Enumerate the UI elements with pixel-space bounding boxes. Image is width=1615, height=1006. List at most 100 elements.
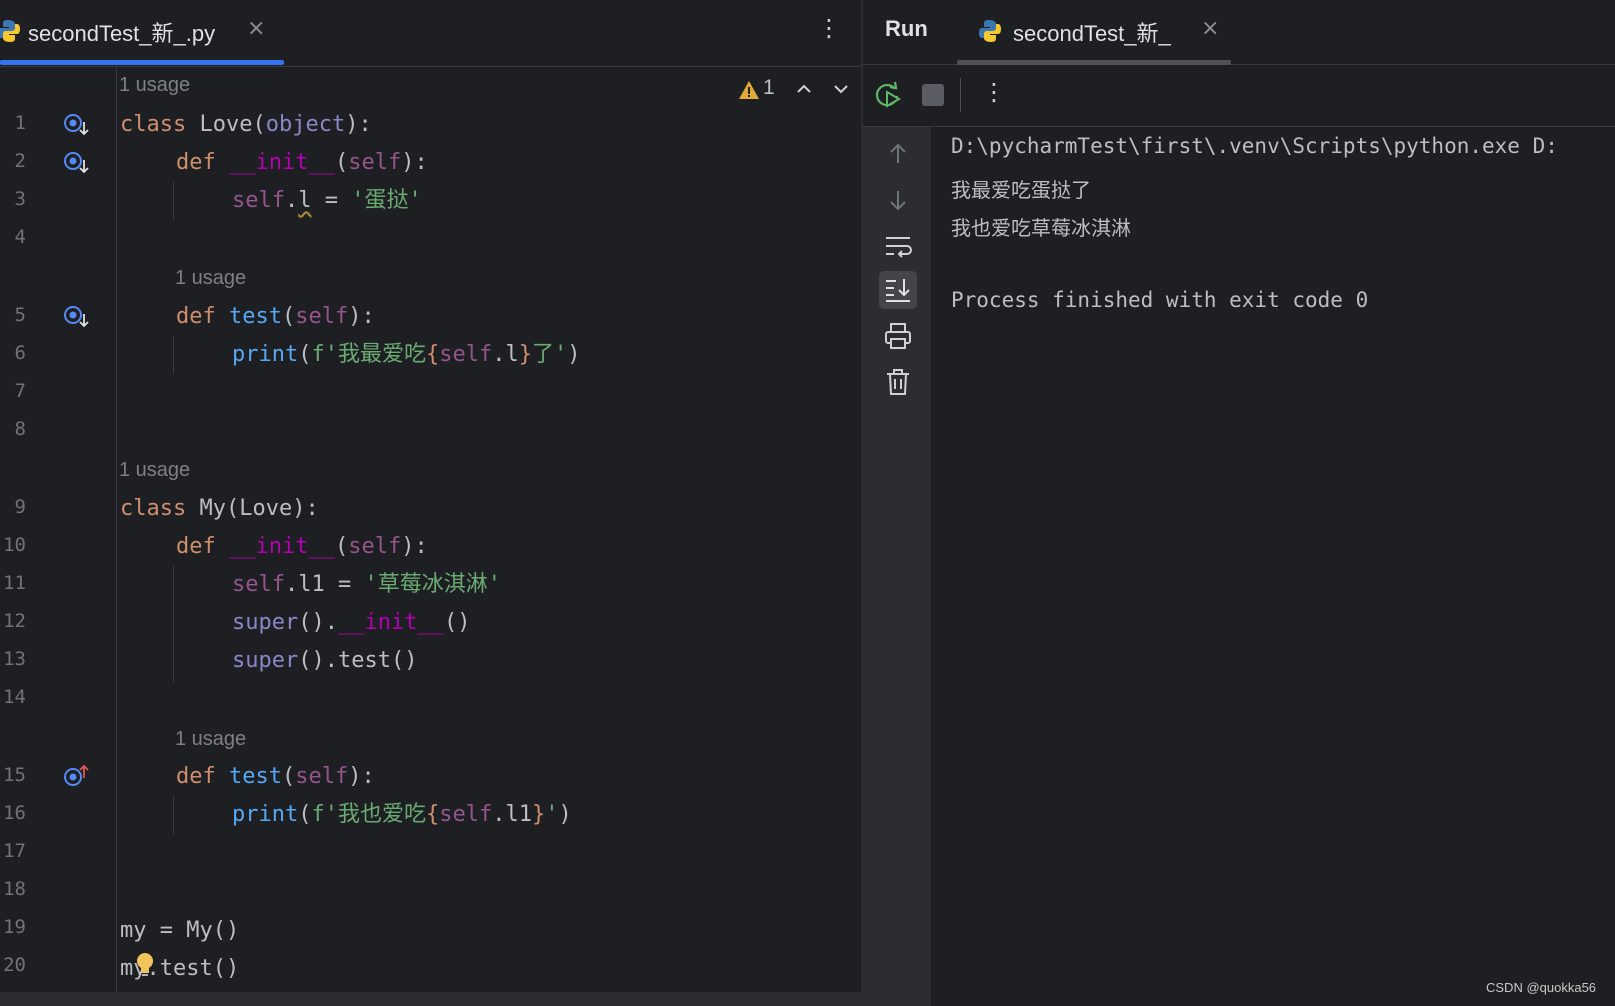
code-text: (). [298, 610, 338, 635]
scroll-to-end-button[interactable] [879, 271, 917, 309]
usage-hint[interactable]: 1 usage [175, 728, 246, 751]
builtin: super [232, 610, 299, 635]
overridden-down-icon[interactable] [62, 304, 90, 330]
line-number: 14 [3, 686, 26, 708]
function-call: print [232, 802, 299, 827]
line-number: 12 [3, 610, 26, 632]
method-name: test [229, 304, 282, 329]
code-text: ( [334, 534, 349, 559]
fstring-brace: { [425, 802, 440, 827]
method-name: __init__ [229, 534, 335, 559]
keyword: def [176, 534, 216, 559]
line-number: 5 [14, 304, 26, 326]
console-exit-message: Process finished with exit code 0 [951, 288, 1369, 312]
code-line-16[interactable]: print(f'我也爱吃{self.l1}') [232, 796, 572, 834]
overrides-up-icon[interactable] [62, 764, 90, 790]
chevron-up-icon[interactable] [793, 78, 815, 100]
line-number: 6 [14, 342, 26, 364]
code-text: ( [298, 342, 312, 367]
function-call: print [232, 342, 299, 367]
keyword: def [176, 150, 216, 175]
overridden-down-icon[interactable] [62, 150, 90, 176]
code-text: ( [298, 802, 312, 827]
string-literal: f'我最爱吃 [311, 342, 426, 367]
code-line-3[interactable]: self.l = '蛋挞' [232, 182, 422, 220]
code-text: Love( [186, 112, 266, 137]
stop-icon[interactable] [918, 80, 948, 110]
code-line-1[interactable]: class Love(object): [120, 106, 372, 144]
keyword: class [120, 496, 187, 521]
fstring-brace: { [425, 342, 440, 367]
print-icon[interactable] [879, 317, 917, 355]
code-line-5[interactable]: def test(self): [176, 298, 375, 336]
code-line-2[interactable]: def __init__(self): [176, 144, 428, 182]
more-options-icon[interactable]: ⋮ [982, 78, 1006, 106]
close-icon[interactable]: × [1201, 16, 1219, 41]
soft-wrap-icon[interactable] [879, 227, 917, 265]
more-options-icon[interactable]: ⋮ [817, 14, 841, 42]
rerun-icon[interactable] [873, 80, 903, 110]
line-number: 11 [3, 572, 26, 594]
self-param: self [295, 304, 349, 329]
run-toolbar: ⋮ [863, 64, 1615, 127]
code-line-10[interactable]: def __init__(self): [176, 528, 428, 566]
string-literal: '蛋挞' [351, 188, 422, 213]
code-line-6[interactable]: print(f'我最爱吃{self.l}了') [232, 336, 580, 374]
keyword: def [176, 764, 216, 789]
horizontal-scrollbar[interactable] [0, 992, 861, 1006]
code-text: ): [401, 150, 428, 175]
overridden-down-icon[interactable] [62, 112, 90, 138]
usage-hint[interactable]: 1 usage [119, 74, 190, 97]
line-number: 10 [3, 534, 26, 556]
indent-guide [173, 336, 174, 374]
code-line-15[interactable]: def test(self): [176, 758, 375, 796]
run-header: Run secondTest_新_ × [863, 0, 1615, 65]
indent-guide [173, 566, 174, 682]
lightbulb-icon[interactable] [136, 952, 154, 978]
string-literal: 了' [531, 342, 568, 367]
attribute-warning: l [298, 188, 312, 213]
line-number: 13 [3, 648, 26, 670]
string-literal: f'我也爱吃 [311, 802, 426, 827]
console-output-line: 我也爱吃草莓冰淇淋 [951, 216, 1131, 240]
warning-icon [739, 81, 759, 99]
run-panel-title: Run [885, 16, 928, 41]
line-number: 8 [14, 418, 26, 440]
watermark: CSDN @quokka56 [1486, 980, 1597, 995]
code-line-13[interactable]: super().test() [232, 642, 417, 680]
active-tab-indicator [0, 60, 284, 65]
line-number: 15 [3, 764, 26, 786]
code-text: . [284, 188, 299, 213]
close-icon[interactable]: × [247, 16, 265, 41]
run-panel: Run secondTest_新_ × ⋮ D:\pycharmTest\fir… [863, 0, 1615, 1006]
line-number: 9 [14, 496, 26, 518]
arrow-down-icon[interactable] [879, 181, 917, 219]
method-name: __init__ [229, 150, 335, 175]
run-tab-title[interactable]: secondTest_新_ [1013, 16, 1171, 48]
usage-hint[interactable]: 1 usage [175, 267, 246, 290]
dunder-call: __init__ [337, 610, 444, 635]
editor-tab-bar: secondTest_新_.py × ⋮ [0, 0, 861, 67]
trash-icon[interactable] [879, 363, 917, 401]
builtin: super [232, 648, 299, 673]
code-text: = [311, 188, 352, 213]
line-number: 3 [14, 188, 26, 210]
chevron-down-icon[interactable] [830, 78, 852, 100]
arrow-up-icon[interactable] [879, 135, 917, 173]
usage-hint[interactable]: 1 usage [119, 459, 190, 482]
code-text: .l1 [492, 802, 532, 827]
python-icon [0, 20, 20, 42]
line-number: 4 [14, 226, 26, 248]
tab-title: secondTest_新_.py [28, 21, 216, 46]
line-number: 16 [3, 802, 26, 824]
self-ref: self [439, 802, 493, 827]
code-line-11[interactable]: self.l1 = '草莓冰淇淋' [232, 566, 501, 604]
code-line-19[interactable]: my = My() [120, 912, 239, 950]
self-ref: self [232, 572, 285, 597]
code-text: ): [345, 112, 372, 137]
keyword: class [120, 112, 187, 137]
editor-tab[interactable]: secondTest_新_.py × [0, 0, 284, 66]
console-output-line: 我最爱吃蛋挞了 [951, 178, 1091, 202]
code-line-12[interactable]: super().__init__() [232, 604, 470, 642]
code-line-9[interactable]: class My(Love): [120, 490, 319, 528]
